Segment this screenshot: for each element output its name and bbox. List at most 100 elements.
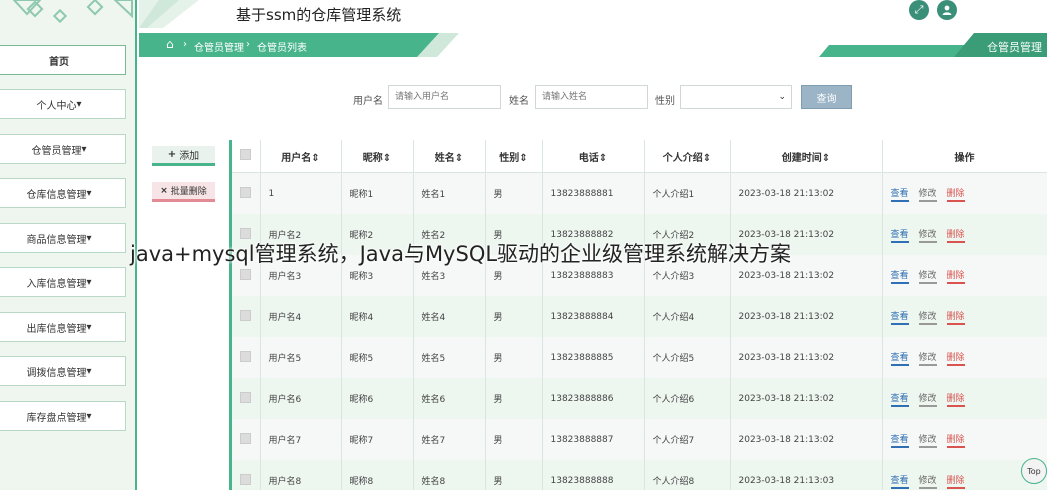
sidebar-item-home[interactable]: 首页: [0, 45, 126, 75]
back-to-top-button[interactable]: Top: [1021, 458, 1047, 484]
view-link[interactable]: 查看: [890, 432, 909, 448]
username-filter-label: 用户名: [353, 96, 383, 107]
edit-link[interactable]: 修改: [918, 186, 937, 202]
sort-icon[interactable]: ⇕: [455, 153, 463, 164]
query-button[interactable]: 查询: [801, 85, 852, 109]
column-header-nickname[interactable]: 昵称⇕: [341, 140, 414, 173]
sort-icon[interactable]: ⇕: [599, 153, 607, 164]
cell-phone: 13823888885: [542, 337, 645, 378]
row-checkbox[interactable]: [240, 391, 251, 403]
sidebar-decoration: [12, 0, 133, 24]
view-link[interactable]: 查看: [890, 227, 909, 243]
delete-link[interactable]: 删除: [946, 473, 965, 489]
view-link[interactable]: 查看: [890, 186, 909, 202]
row-select-cell[interactable]: [232, 296, 261, 337]
gender-filter-label: 性别: [655, 96, 675, 107]
sidebar-item-goods[interactable]: 商品信息管理 ▾: [0, 223, 126, 253]
sort-icon[interactable]: ⇕: [822, 153, 830, 164]
sort-icon[interactable]: ⇕: [519, 153, 527, 164]
row-checkbox[interactable]: [240, 309, 251, 321]
column-header-username[interactable]: 用户名⇕: [260, 140, 342, 173]
caret-down-icon: ▾: [86, 232, 92, 244]
row-select-cell[interactable]: [232, 337, 261, 378]
row-checkbox[interactable]: [240, 186, 251, 198]
cell-nickname: 昵称8: [341, 460, 414, 490]
delete-link[interactable]: 删除: [946, 227, 965, 243]
delete-link[interactable]: 删除: [946, 309, 965, 325]
sidebar-item-label: 个人中心: [36, 100, 77, 112]
row-checkbox[interactable]: [240, 350, 251, 362]
sort-icon[interactable]: ⇕: [703, 153, 711, 164]
view-link[interactable]: 查看: [890, 391, 909, 407]
select-all-checkbox[interactable]: [240, 149, 252, 160]
breadcrumb-separator: ›: [246, 39, 250, 50]
cell-username: 用户名7: [260, 419, 342, 460]
edit-link[interactable]: 修改: [918, 473, 937, 489]
sidebar-item-inbound[interactable]: 入库信息管理 ▾: [0, 267, 126, 297]
row-select-cell[interactable]: [232, 460, 261, 490]
cell-intro: 个人介绍7: [644, 419, 731, 460]
row-checkbox[interactable]: [240, 473, 251, 485]
column-label: 操作: [954, 152, 975, 164]
column-header-actions: 操作: [882, 140, 1047, 173]
gender-select[interactable]: ⌄: [680, 85, 792, 109]
column-header-name[interactable]: 姓名⇕: [413, 140, 486, 173]
edit-link[interactable]: 修改: [918, 227, 937, 243]
user-icon[interactable]: [937, 0, 957, 20]
sidebar-item-transfer[interactable]: 调拨信息管理 ▾: [0, 356, 126, 386]
row-checkbox[interactable]: [240, 268, 251, 280]
home-icon[interactable]: ⌂: [166, 37, 174, 51]
delete-link[interactable]: 删除: [946, 432, 965, 448]
caret-down-icon: ▾: [86, 321, 92, 333]
column-header-intro[interactable]: 个人介绍⇕: [644, 140, 731, 173]
sidebar-item-keepers[interactable]: 仓管员管理 ▾: [0, 134, 126, 164]
breadcrumb-item-list: 仓管员列表: [257, 43, 307, 54]
row-checkbox[interactable]: [240, 227, 251, 239]
sort-icon[interactable]: ⇕: [383, 153, 391, 164]
sidebar-item-warehouse[interactable]: 仓库信息管理 ▾: [0, 178, 126, 208]
column-header-gender[interactable]: 性别⇕: [485, 140, 543, 173]
username-search-input[interactable]: [388, 85, 501, 109]
edit-link[interactable]: 修改: [918, 432, 937, 448]
sidebar-item-inventory[interactable]: 库存盘点管理 ▾: [0, 401, 126, 431]
edit-link[interactable]: 修改: [918, 350, 937, 366]
sidebar-item-label: 调拨信息管理: [26, 367, 87, 379]
row-select-cell[interactable]: [232, 172, 261, 214]
row-select-cell[interactable]: [232, 378, 261, 419]
row-checkbox[interactable]: [240, 432, 251, 444]
cell-actions: 查看 修改 删除: [882, 214, 1047, 255]
name-search-input[interactable]: [535, 85, 648, 109]
caret-down-icon: ▾: [76, 98, 82, 110]
delete-link[interactable]: 删除: [946, 186, 965, 202]
cell-created: 2023-03-18 21:13:02: [730, 296, 883, 337]
sidebar-item-outbound[interactable]: 出库信息管理 ▾: [0, 312, 126, 342]
view-link[interactable]: 查看: [890, 350, 909, 366]
fullscreen-icon[interactable]: ⤢: [909, 0, 929, 20]
sort-icon[interactable]: ⇕: [311, 153, 319, 164]
row-select-cell[interactable]: [232, 419, 261, 460]
cell-intro: 个人介绍4: [644, 296, 731, 337]
breadcrumb-separator: ›: [183, 39, 187, 50]
column-header-created[interactable]: 创建时间⇕: [730, 140, 883, 173]
delete-link[interactable]: 删除: [946, 268, 965, 284]
view-link[interactable]: 查看: [890, 268, 909, 284]
column-header-phone[interactable]: 电话⇕: [542, 140, 645, 173]
cell-username: 用户名8: [260, 460, 342, 490]
sidebar-item-profile[interactable]: 个人中心 ▾: [0, 89, 126, 119]
cell-created: 2023-03-18 21:13:02: [730, 172, 883, 214]
cell-name: 姓名7: [413, 419, 486, 460]
delete-link[interactable]: 删除: [946, 350, 965, 366]
batch-delete-button[interactable]: × 批量删除: [152, 182, 215, 202]
delete-link[interactable]: 删除: [946, 391, 965, 407]
view-link[interactable]: 查看: [890, 473, 909, 489]
breadcrumb-item-keepers[interactable]: 仓管员管理: [194, 39, 244, 54]
select-all-cell[interactable]: [232, 140, 261, 173]
cell-gender: 男: [485, 296, 543, 337]
plus-icon: +: [167, 149, 177, 160]
cell-gender: 男: [485, 460, 543, 490]
edit-link[interactable]: 修改: [918, 309, 937, 325]
view-link[interactable]: 查看: [890, 309, 909, 325]
add-button[interactable]: + 添加: [152, 146, 215, 166]
edit-link[interactable]: 修改: [918, 268, 937, 284]
edit-link[interactable]: 修改: [918, 391, 937, 407]
